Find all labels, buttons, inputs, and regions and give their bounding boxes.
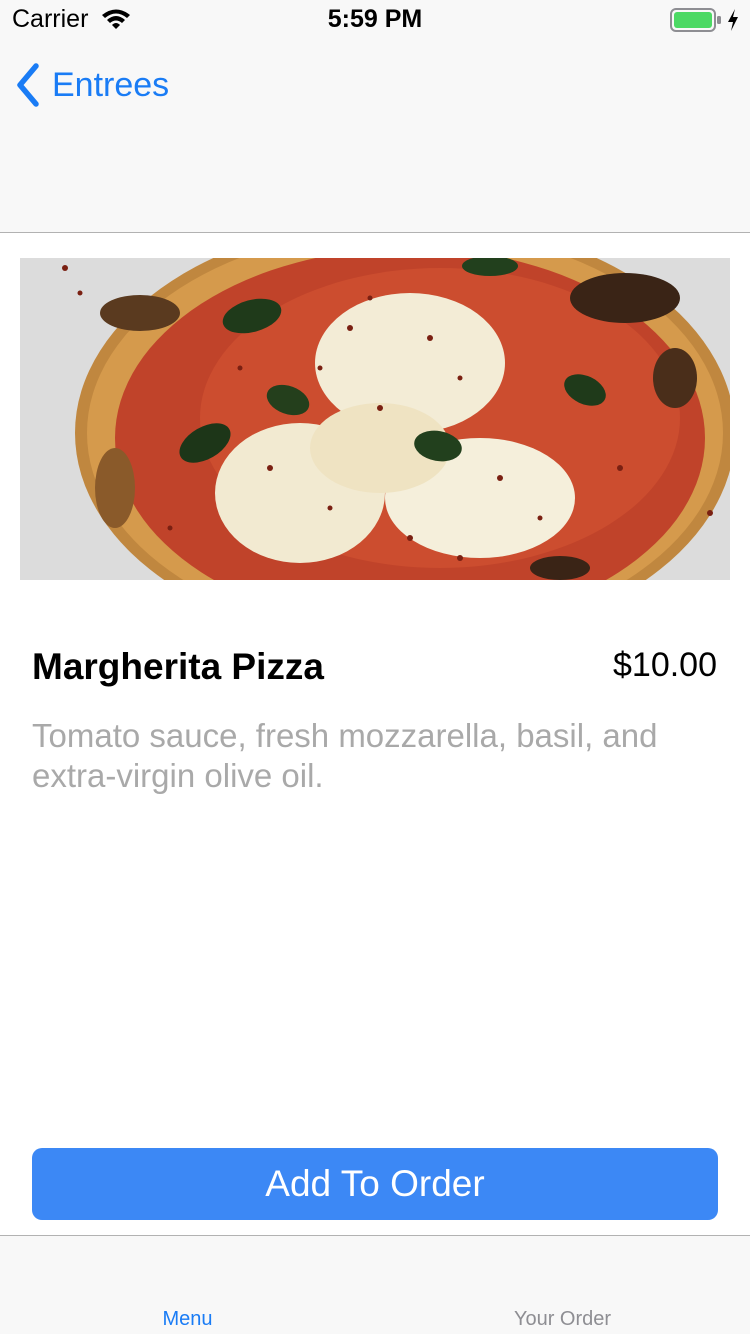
tab-menu-label: Menu (162, 1308, 213, 1330)
status-bar: Carrier 5:59 PM (0, 0, 750, 40)
battery-icon (670, 8, 721, 32)
navigation-bar: Entrees (0, 40, 750, 233)
tab-your-order[interactable]: Your Order (375, 1236, 750, 1334)
back-button-label: Entrees (52, 65, 170, 104)
chevron-left-icon (17, 63, 39, 107)
add-to-order-button[interactable]: Add To Order (32, 1148, 718, 1220)
tab-menu[interactable]: Menu (0, 1236, 375, 1334)
status-time: 5:59 PM (327, 5, 423, 33)
item-name: Margherita Pizza (32, 646, 324, 687)
charging-bolt-icon (728, 9, 738, 31)
tab-your-order-label: Your Order (513, 1308, 612, 1330)
item-description: Tomato sauce, fresh mozzarella, basil, a… (32, 717, 658, 794)
back-button[interactable]: Entrees (14, 60, 169, 110)
item-price: $10.00 (613, 646, 717, 684)
pizza-image (20, 258, 730, 580)
tab-bar: Menu Your Order (0, 1235, 750, 1334)
screen: Carrier 5:59 PM Entrees Margherita Pizza… (0, 0, 750, 1334)
